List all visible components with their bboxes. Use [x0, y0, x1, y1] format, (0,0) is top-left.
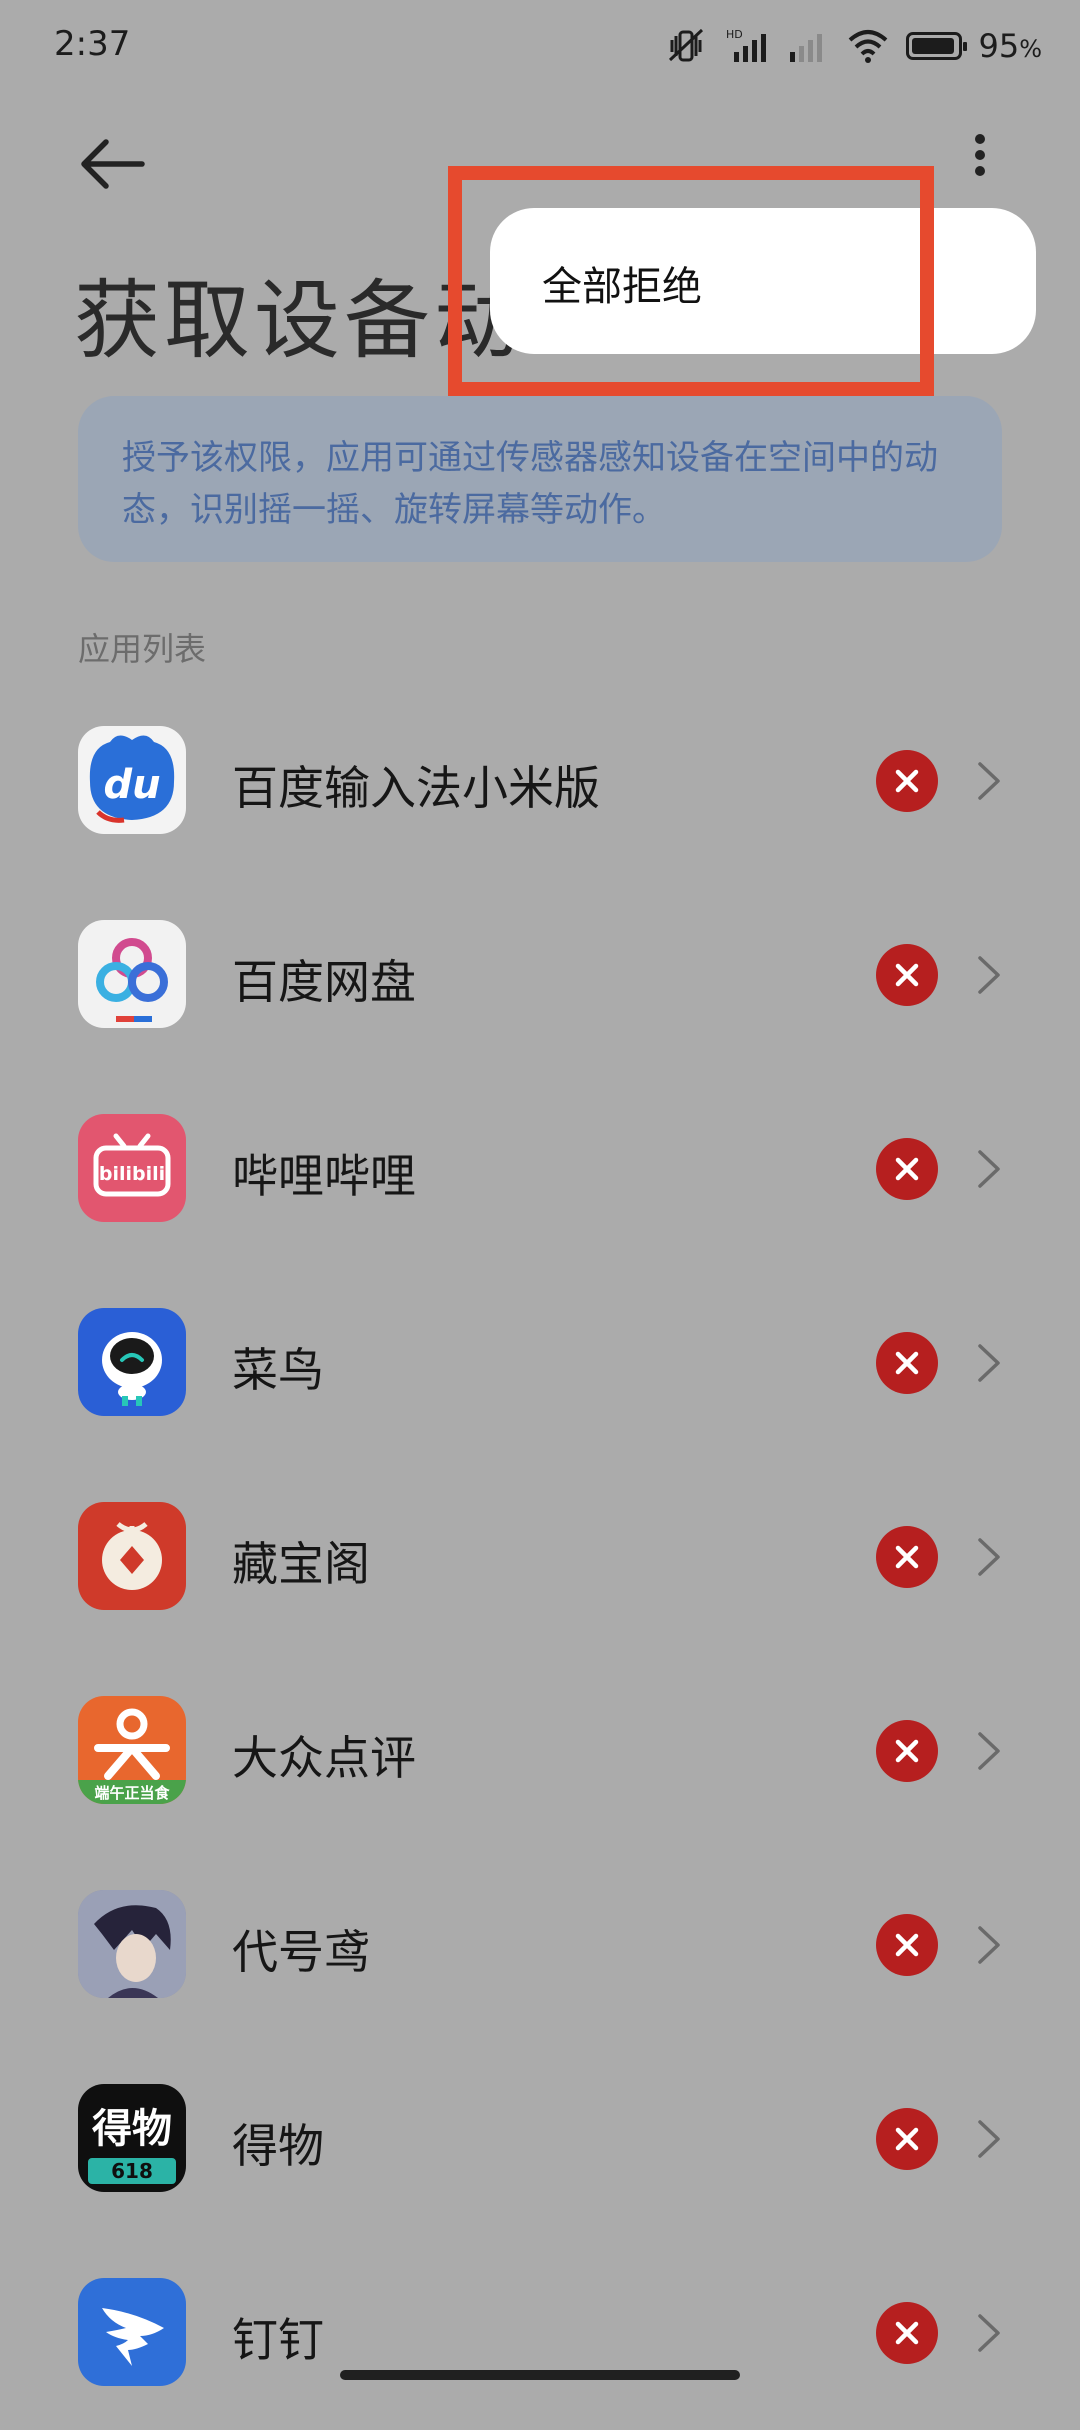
battery-percent: 95% [978, 27, 1042, 65]
denied-status-icon [876, 1526, 938, 1588]
chevron-right-icon [978, 956, 1000, 994]
app-name: 代号鸢 [232, 1925, 370, 1979]
app-name: 百度网盘 [232, 955, 416, 1009]
battery-icon [906, 32, 968, 60]
baidu-input-icon: du [78, 726, 186, 834]
more-vert-icon [975, 134, 985, 176]
dewu-icon: 得物 618 [78, 2084, 186, 2192]
mute-vibrate-icon [669, 28, 704, 62]
app-row-dewu[interactable]: 得物 618 得物 [0, 2042, 1080, 2236]
denied-status-icon [876, 1332, 938, 1394]
dianping-icon: 端午正当食 [78, 1696, 186, 1804]
home-indicator[interactable] [340, 2370, 740, 2380]
svg-text:得物: 得物 [92, 2106, 172, 2152]
app-list-header: 应用列表 [78, 630, 207, 668]
back-arrow-icon [81, 139, 145, 189]
chevron-right-icon [978, 1344, 1000, 1382]
cainiao-icon [78, 1308, 186, 1416]
chevron-right-icon [978, 1150, 1000, 1188]
chevron-right-icon [978, 1926, 1000, 1964]
daihaoyuan-icon [78, 1890, 186, 1998]
app-name: 藏宝阁 [232, 1537, 370, 1591]
denied-status-icon [876, 750, 938, 812]
app-row-dingtalk[interactable]: 钉钉 [0, 2236, 1080, 2430]
status-bar: 2:37 HD 95% [0, 0, 1080, 96]
chevron-right-icon [978, 2314, 1000, 2352]
chevron-right-icon [978, 762, 1000, 800]
denied-status-icon [876, 1138, 938, 1200]
svg-text:du: du [103, 762, 160, 808]
chevron-right-icon [978, 2120, 1000, 2158]
signal-weak-icon [790, 34, 823, 62]
svg-text:HD: HD [726, 28, 743, 41]
app-name: 钉钉 [232, 2313, 324, 2367]
baidu-netdisk-icon [78, 920, 186, 1028]
bilibili-icon: bilibili [78, 1114, 186, 1222]
permission-description-box: 授予该权限，应用可通过传感器感知设备在空间中的动态，识别摇一摇、旋转屏幕等动作。 [78, 396, 1002, 562]
svg-text:端午正当食: 端午正当食 [94, 1784, 170, 1802]
wifi-icon [849, 30, 888, 63]
app-name: 菜鸟 [232, 1343, 324, 1397]
svg-text:618: 618 [111, 2159, 153, 2183]
app-row-cangbaoge[interactable]: 藏宝阁 [0, 1460, 1080, 1654]
app-row-cainiao[interactable]: 菜鸟 [0, 1266, 1080, 1460]
svg-text:bilibili: bilibili [99, 1163, 165, 1185]
chevron-right-icon [978, 1732, 1000, 1770]
dingtalk-icon [78, 2278, 186, 2386]
app-name: 哔哩哔哩 [232, 1149, 416, 1203]
denied-status-icon [876, 2108, 938, 2170]
app-row-dianping[interactable]: 端午正当食 大众点评 [0, 1654, 1080, 1848]
status-time: 2:37 [54, 24, 131, 64]
app-row-baidu-input[interactable]: du 百度输入法小米版 [0, 684, 1080, 878]
app-row-baidu-netdisk[interactable]: 百度网盘 [0, 878, 1080, 1072]
app-name: 得物 [232, 2119, 324, 2173]
app-name: 大众点评 [232, 1731, 416, 1785]
app-row-bilibili[interactable]: bilibili 哔哩哔哩 [0, 1072, 1080, 1266]
app-row-daihaoyuan[interactable]: 代号鸢 [0, 1848, 1080, 2042]
denied-status-icon [876, 2302, 938, 2364]
hd-signal-icon: HD [726, 28, 767, 62]
app-name: 百度输入法小米版 [232, 761, 600, 815]
cangbaoge-icon [78, 1502, 186, 1610]
highlight-annotation [448, 166, 934, 396]
denied-status-icon [876, 1914, 938, 1976]
chevron-right-icon [978, 1538, 1000, 1576]
back-button[interactable] [70, 118, 180, 208]
more-options-button[interactable] [950, 118, 1010, 208]
permission-description: 授予该权限，应用可通过传感器感知设备在空间中的动态，识别摇一摇、旋转屏幕等动作。 [122, 438, 938, 530]
denied-status-icon [876, 944, 938, 1006]
denied-status-icon [876, 1720, 938, 1782]
